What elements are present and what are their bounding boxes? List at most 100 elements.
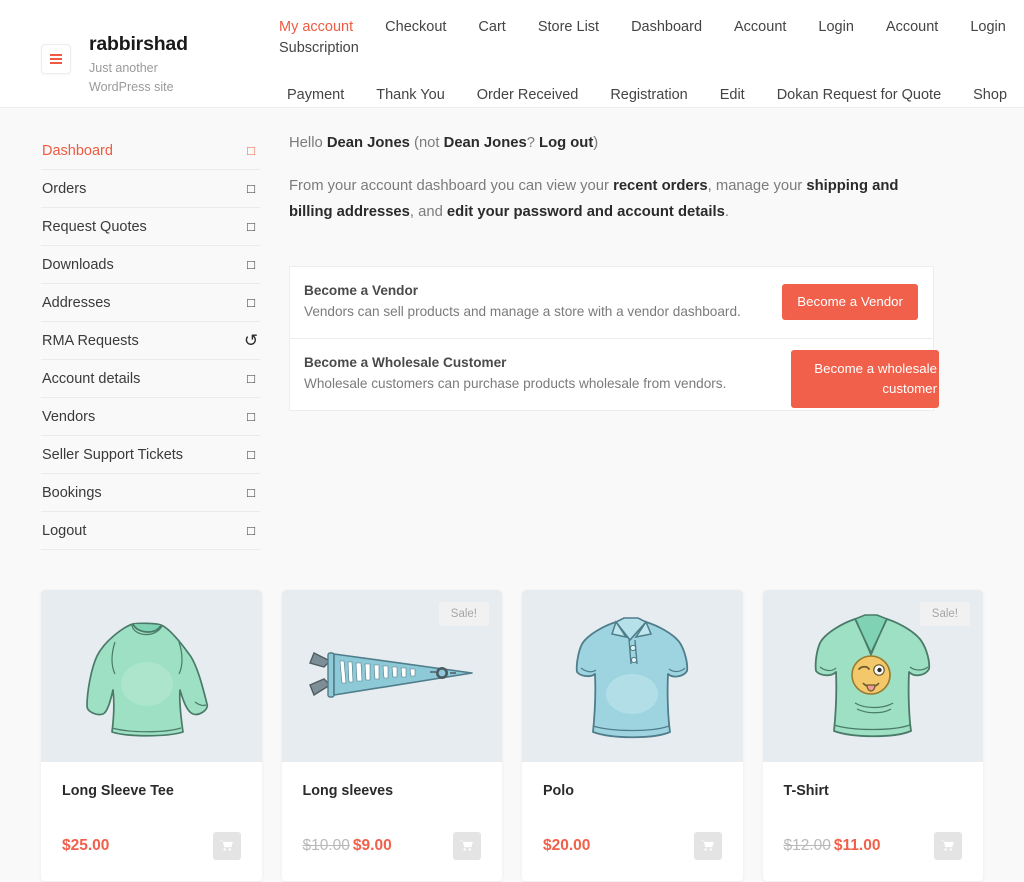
add-to-cart-button[interactable]	[934, 832, 962, 860]
become-wholesale-title: Become a Wholesale Customer	[304, 355, 507, 370]
square-icon: □	[247, 181, 255, 196]
logout-link[interactable]: Log out	[539, 135, 593, 151]
sale-badge: Sale!	[919, 602, 970, 626]
become-panels: Become a Vendor Vendors can sell product…	[289, 266, 939, 411]
sidebar-item-addresses[interactable]: Addresses □	[41, 284, 260, 322]
intro-part-4: .	[724, 204, 729, 220]
nav-link-login[interactable]: Login	[954, 17, 1021, 38]
primary-navigation: My account Checkout Cart Store List Dashboar…	[250, 0, 1024, 106]
product-current-price: $9.00	[352, 837, 392, 854]
product-price: $25.00	[62, 836, 109, 856]
sidebar-item-downloads[interactable]: Downloads □	[41, 246, 260, 284]
product-footer: $25.00	[62, 832, 241, 860]
sidebar-item-label: RMA Requests	[42, 332, 139, 349]
sidebar-item-logout[interactable]: Logout □	[41, 512, 260, 550]
hamburger-icon[interactable]	[41, 44, 71, 74]
recent-orders-link[interactable]: recent orders	[613, 178, 708, 194]
square-icon: □	[247, 219, 255, 234]
product-title[interactable]: T-Shirt	[784, 782, 963, 801]
account-details-link[interactable]: edit your password and account details	[447, 204, 725, 220]
product-price: $10.00 $9.00	[303, 836, 392, 856]
sidebar-item-vendors[interactable]: Vendors □	[41, 398, 260, 436]
nav-row-secondary: Payment Thank You Order Received Registrati…	[250, 85, 1024, 106]
product-card[interactable]: Sale! T-Shirt $12.00 $11.00	[762, 590, 984, 881]
square-icon: □	[247, 523, 255, 538]
greeting-text: Hello Dean Jones (not Dean Jones? Log ou…	[289, 133, 980, 154]
product-image: Sale!	[281, 590, 502, 762]
intro-part-3: , and	[409, 204, 447, 220]
add-to-cart-button[interactable]	[693, 832, 722, 860]
product-body: Long Sleeve Tee $25.00	[41, 762, 262, 881]
become-wholesale-description: Wholesale customers can purchase product…	[304, 376, 727, 391]
add-to-cart-button[interactable]	[212, 832, 241, 860]
product-footer: $10.00 $9.00	[303, 832, 481, 860]
brand-text: rabbirshad Just another WordPress site	[89, 30, 211, 97]
nav-link-shop[interactable]: Shop	[957, 85, 1023, 106]
account-sidebar: Dashboard □ Orders □ Request Quotes □ Download…	[0, 132, 280, 550]
product-title[interactable]: Polo	[543, 782, 722, 801]
become-vendor-row: Become a Vendor Vendors can sell product…	[290, 267, 933, 338]
nav-link-account[interactable]: Account	[870, 17, 954, 38]
sidebar-item-dashboard[interactable]: Dashboard □	[41, 132, 260, 170]
nav-link-payment[interactable]: Payment	[271, 85, 360, 106]
become-vendor-text: Become a Vendor Vendors can sell product…	[304, 281, 741, 322]
nav-link-thank-you[interactable]: Thank You	[360, 85, 461, 106]
sidebar-item-rma-requests[interactable]: RMA Requests ↺	[41, 322, 260, 360]
square-icon: □	[247, 371, 255, 386]
product-price: $20.00	[543, 836, 590, 856]
nav-link-cart[interactable]: Cart	[462, 17, 521, 38]
product-card[interactable]: Sale! Long sleeves $10.00 $9.00	[281, 590, 502, 881]
nav-link-store-list[interactable]: Store List	[522, 17, 615, 38]
product-card[interactable]: Long Sleeve Tee $25.00	[41, 590, 262, 881]
sidebar-item-account-details[interactable]: Account details □	[41, 360, 260, 398]
product-title[interactable]: Long sleeves	[303, 782, 482, 801]
product-footer: $12.00 $11.00	[784, 832, 962, 860]
product-card[interactable]: Polo $20.00	[522, 590, 743, 881]
nav-link-subscription[interactable]: Subscription	[263, 38, 375, 59]
shopping-cart-icon	[460, 840, 473, 851]
page-body: Dashboard □ Orders □ Request Quotes □ Download…	[0, 108, 1024, 882]
square-icon: □	[247, 295, 255, 310]
sidebar-item-bookings[interactable]: Bookings □	[41, 474, 260, 512]
site-title[interactable]: rabbirshad	[89, 32, 211, 56]
square-icon: □	[247, 447, 255, 462]
hamburger-bar	[50, 53, 62, 56]
nav-link-registration[interactable]: Registration	[594, 85, 703, 106]
dashboard-intro-text: From your account dashboard you can view…	[289, 173, 934, 225]
hamburger-bar	[50, 62, 62, 65]
nav-link-dokan-request-for-quote[interactable]: Dokan Request for Quote	[761, 85, 957, 106]
become-a-wholesale-customer-button[interactable]: Become a wholesale customer	[791, 350, 939, 408]
sidebar-item-request-quotes[interactable]: Request Quotes □	[41, 208, 260, 246]
shopping-cart-icon	[941, 840, 954, 851]
become-wholesale-text: Become a Wholesale Customer Wholesale cu…	[304, 353, 726, 394]
intro-part-2: , manage your	[707, 178, 807, 194]
sidebar-item-label: Orders	[42, 180, 87, 197]
nav-link-edit[interactable]: Edit	[704, 85, 761, 106]
product-body: T-Shirt $12.00 $11.00	[763, 762, 984, 881]
become-vendor-description: Vendors can sell products and manage a s…	[304, 304, 741, 319]
sidebar-item-label: Bookings	[42, 484, 102, 501]
product-current-price: $25.00	[62, 837, 110, 854]
nav-link-login[interactable]: Login	[802, 17, 869, 38]
nav-link-account[interactable]: Account	[718, 17, 802, 38]
become-a-vendor-button[interactable]: Become a Vendor	[782, 283, 918, 320]
sidebar-item-label: Dashboard	[42, 142, 113, 159]
nav-link-checkout[interactable]: Checkout	[369, 17, 462, 38]
nav-link-my-account[interactable]: My account	[263, 17, 369, 38]
square-icon: □	[247, 143, 255, 158]
sidebar-item-label: Downloads	[42, 256, 114, 273]
product-image	[41, 590, 262, 762]
nav-link-dashboard[interactable]: Dashboard	[615, 17, 718, 38]
greeting-question: ?	[526, 135, 540, 151]
intro-part-1: From your account dashboard you can view…	[289, 178, 614, 194]
wordpress-pennant-illustration	[308, 652, 473, 698]
sidebar-item-seller-support-tickets[interactable]: Seller Support Tickets □	[41, 436, 260, 474]
product-price: $12.00 $11.00	[784, 836, 881, 856]
product-current-price: $11.00	[833, 837, 881, 854]
product-title[interactable]: Long Sleeve Tee	[62, 782, 241, 801]
greeting-not-username: Dean Jones	[443, 135, 527, 151]
nav-link-order-received[interactable]: Order Received	[461, 85, 595, 106]
square-icon: □	[247, 257, 255, 272]
add-to-cart-button[interactable]	[453, 832, 481, 860]
sidebar-item-orders[interactable]: Orders □	[41, 170, 260, 208]
